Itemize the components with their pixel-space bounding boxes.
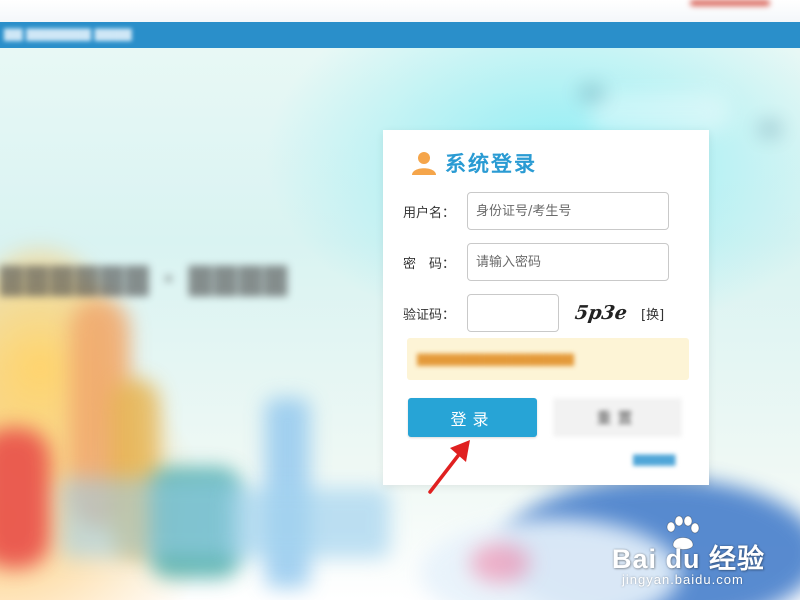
watermark-logo-text: Bai du 经验 <box>612 544 766 574</box>
page-title: 系统登录 <box>445 152 537 176</box>
top-bar-blurred-text: ▇▇ ▇▇▇▇▇▇▇ ▇▇▇▇ <box>4 27 132 41</box>
top-red-decoration <box>690 0 770 6</box>
username-input[interactable] <box>467 192 669 230</box>
top-strip <box>0 0 800 22</box>
bg-blurred-title: ▇▇▇▇▇▇ · ▇▇▇▇ <box>0 262 289 297</box>
bg-red-shape <box>0 428 50 568</box>
notice-bar: ▇▇▇▇▇▇▇▇▇▇▇▇▇▇▇▇▇ <box>407 338 689 380</box>
blurred-link[interactable]: ▇▇▇▇▇ <box>633 453 693 467</box>
watermark-url: jingyan.baidu.com <box>622 572 744 587</box>
bg-city <box>230 488 390 558</box>
reset-button[interactable]: 重置 <box>553 398 682 437</box>
password-row: 密 码： <box>403 243 669 281</box>
bg-banner <box>590 93 730 133</box>
bg-flowers <box>470 543 530 583</box>
red-arrow-icon <box>428 440 470 494</box>
captcha-refresh-link[interactable]: [换] <box>641 304 664 323</box>
captcha-label: 验证码： <box>403 307 456 323</box>
bg-city <box>60 478 240 558</box>
username-label: 用户名： <box>403 205 456 221</box>
captcha-input[interactable] <box>467 294 559 332</box>
bg-bird <box>580 88 604 98</box>
captcha-row: 验证码： 5p3e [换] <box>403 294 664 332</box>
user-icon <box>412 152 436 175</box>
watermark: Bai du 经验 jingyan.baidu.com <box>612 515 792 587</box>
password-label: 密 码： <box>403 256 456 272</box>
bg-bird <box>760 123 780 135</box>
top-bar: ▇▇ ▇▇▇▇▇▇▇ ▇▇▇▇ <box>0 22 800 48</box>
username-row: 用户名： <box>403 192 669 230</box>
page: ▇▇ ▇▇▇▇▇▇▇ ▇▇▇▇ ▇▇▇▇▇▇ · ▇▇▇▇ 系统登录 用户名： <box>0 0 800 600</box>
notice-blurred-text: ▇▇▇▇▇▇▇▇▇▇▇▇▇▇▇▇▇ <box>417 352 574 366</box>
password-input[interactable] <box>467 243 669 281</box>
captcha-image[interactable]: 5p3e <box>569 299 633 327</box>
card-header: 系统登录 <box>411 148 537 178</box>
